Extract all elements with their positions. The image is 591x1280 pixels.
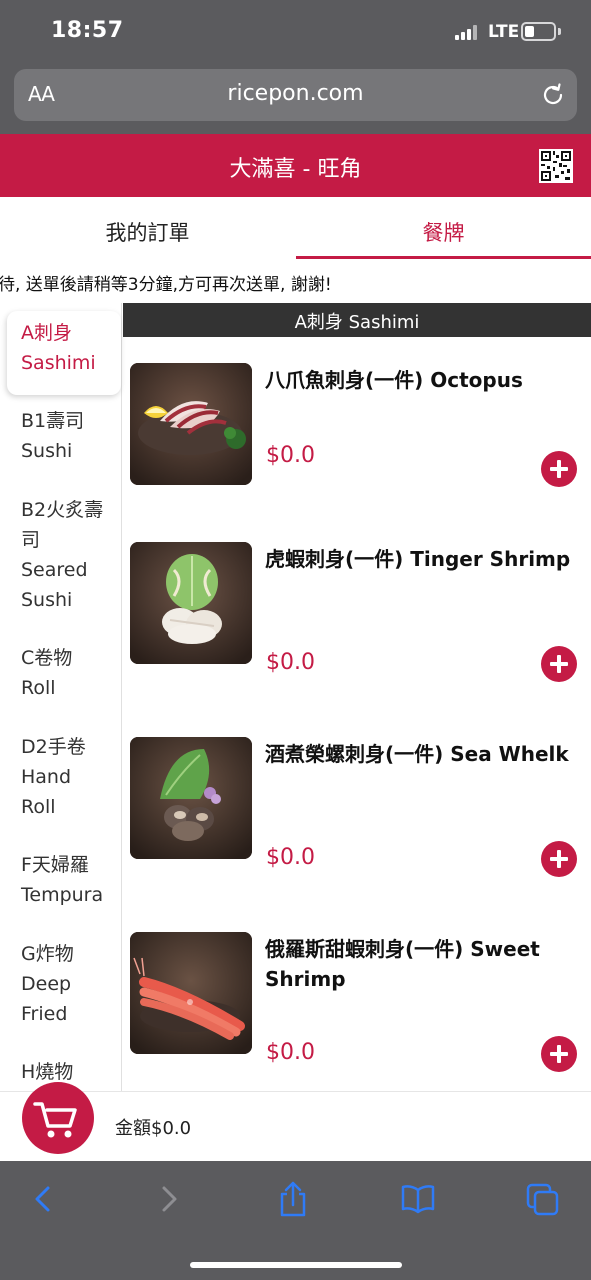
cart-button[interactable]: [22, 1082, 94, 1154]
status-time: 18:57: [51, 18, 124, 43]
category-label-cont: 司: [21, 529, 41, 551]
network-label: LTE: [488, 22, 520, 42]
item-price: $0.0: [266, 1040, 315, 1065]
cart-icon: [33, 1102, 77, 1138]
category-label: G炸物: [21, 943, 74, 965]
add-to-cart-button[interactable]: [541, 841, 577, 877]
item-name: 酒煮榮螺刺身(一件) Sea Whelk: [265, 742, 569, 766]
menu-content: A刺身 Sashimi B1壽司 Sushi B2火炙壽 司 Seared Su…: [0, 303, 591, 1091]
url-text[interactable]: ricepon.com: [14, 81, 577, 106]
add-to-cart-button[interactable]: [541, 646, 577, 682]
item-price: $0.0: [266, 443, 315, 468]
category-label: F天婦羅: [21, 854, 89, 876]
category-label-en-cont: Fried: [21, 1003, 68, 1025]
category-seared-sushi[interactable]: B2火炙壽 司 Seared Sushi: [21, 495, 121, 615]
cart-total: 金額$0.0: [115, 1118, 192, 1139]
back-icon[interactable]: [26, 1180, 62, 1218]
category-label: B2火炙壽: [21, 499, 104, 521]
add-to-cart-button[interactable]: [541, 451, 577, 487]
item-name: 八爪魚刺身(一件) Octopus: [265, 368, 523, 392]
category-tempura[interactable]: F天婦羅 Tempura: [21, 850, 121, 910]
category-sushi[interactable]: B1壽司 Sushi: [21, 406, 121, 466]
qr-code-icon[interactable]: [539, 149, 573, 183]
menu-item[interactable]: 虎蝦刺身(一件) Tinger Shrimp $0.0: [123, 542, 591, 722]
home-indicator: [190, 1262, 402, 1268]
category-roll[interactable]: C卷物 Roll: [21, 643, 121, 703]
bookmarks-icon[interactable]: [400, 1180, 436, 1218]
category-label-en: Tempura: [21, 884, 104, 906]
item-photo-sea-whelk: [130, 737, 252, 859]
menu-item[interactable]: 八爪魚刺身(一件) Octopus $0.0: [123, 363, 591, 543]
category-label-en: Roll: [21, 677, 56, 699]
item-name: 俄羅斯甜蝦刺身(一件) Sweet Shrimp: [265, 937, 540, 991]
reload-icon[interactable]: [540, 82, 566, 108]
section-header: A刺身 Sashimi: [123, 303, 591, 337]
tabs-icon[interactable]: [525, 1180, 561, 1218]
address-bar[interactable]: AA ricepon.com: [14, 69, 577, 121]
forward-icon[interactable]: [150, 1180, 186, 1218]
category-sidebar[interactable]: A刺身 Sashimi B1壽司 Sushi B2火炙壽 司 Seared Su…: [0, 303, 122, 1091]
item-photo-tiger-shrimp: [130, 542, 252, 664]
store-title: 大滿喜 - 旺角: [229, 157, 362, 182]
signal-icon: [455, 25, 481, 40]
category-sashimi[interactable]: A刺身 Sashimi: [21, 318, 121, 378]
item-price: $0.0: [266, 845, 315, 870]
category-label-en-cont: Roll: [21, 796, 56, 818]
item-name: 虎蝦刺身(一件) Tinger Shrimp: [265, 547, 571, 571]
category-hand-roll[interactable]: D2手卷 Hand Roll: [21, 732, 121, 822]
battery-tip: [558, 28, 561, 35]
battery-icon: [521, 22, 556, 41]
category-label-en: Deep: [21, 973, 72, 995]
add-to-cart-button[interactable]: [541, 1036, 577, 1072]
share-icon[interactable]: [275, 1180, 311, 1218]
store-header: 大滿喜 - 旺角: [0, 134, 591, 197]
tab-menu[interactable]: 餐牌: [296, 197, 591, 259]
category-label: A刺身: [21, 322, 72, 344]
category-label: D2手卷: [21, 736, 86, 758]
category-label-en: Hand: [21, 766, 72, 788]
item-photo-octopus: [130, 363, 252, 485]
item-price: $0.0: [266, 650, 315, 675]
category-label-en: Sushi: [21, 440, 73, 462]
tab-my-orders[interactable]: 我的訂單: [0, 197, 295, 259]
tab-bar: 我的訂單 餐牌: [0, 197, 591, 259]
category-label-en: Sashimi: [21, 352, 96, 374]
notice-text: 待, 送單後請稍等3分鐘,方可再次送單, 謝謝!: [0, 275, 332, 295]
category-label-en-cont: Sushi: [21, 589, 73, 611]
category-label: C卷物: [21, 647, 73, 669]
category-label-en: Seared: [21, 559, 88, 581]
menu-item[interactable]: 酒煮榮螺刺身(一件) Sea Whelk $0.0: [123, 737, 591, 917]
menu-item[interactable]: 俄羅斯甜蝦刺身(一件) Sweet Shrimp $0.0: [123, 932, 591, 1091]
category-label: B1壽司: [21, 410, 85, 432]
notice-banner: 待, 送單後請稍等3分鐘,方可再次送單, 謝謝!: [0, 259, 591, 303]
category-deep-fried[interactable]: G炸物 Deep Fried: [21, 939, 121, 1029]
item-photo-sweet-shrimp: [130, 932, 252, 1054]
status-bar: 18:57 LTE: [0, 0, 591, 62]
